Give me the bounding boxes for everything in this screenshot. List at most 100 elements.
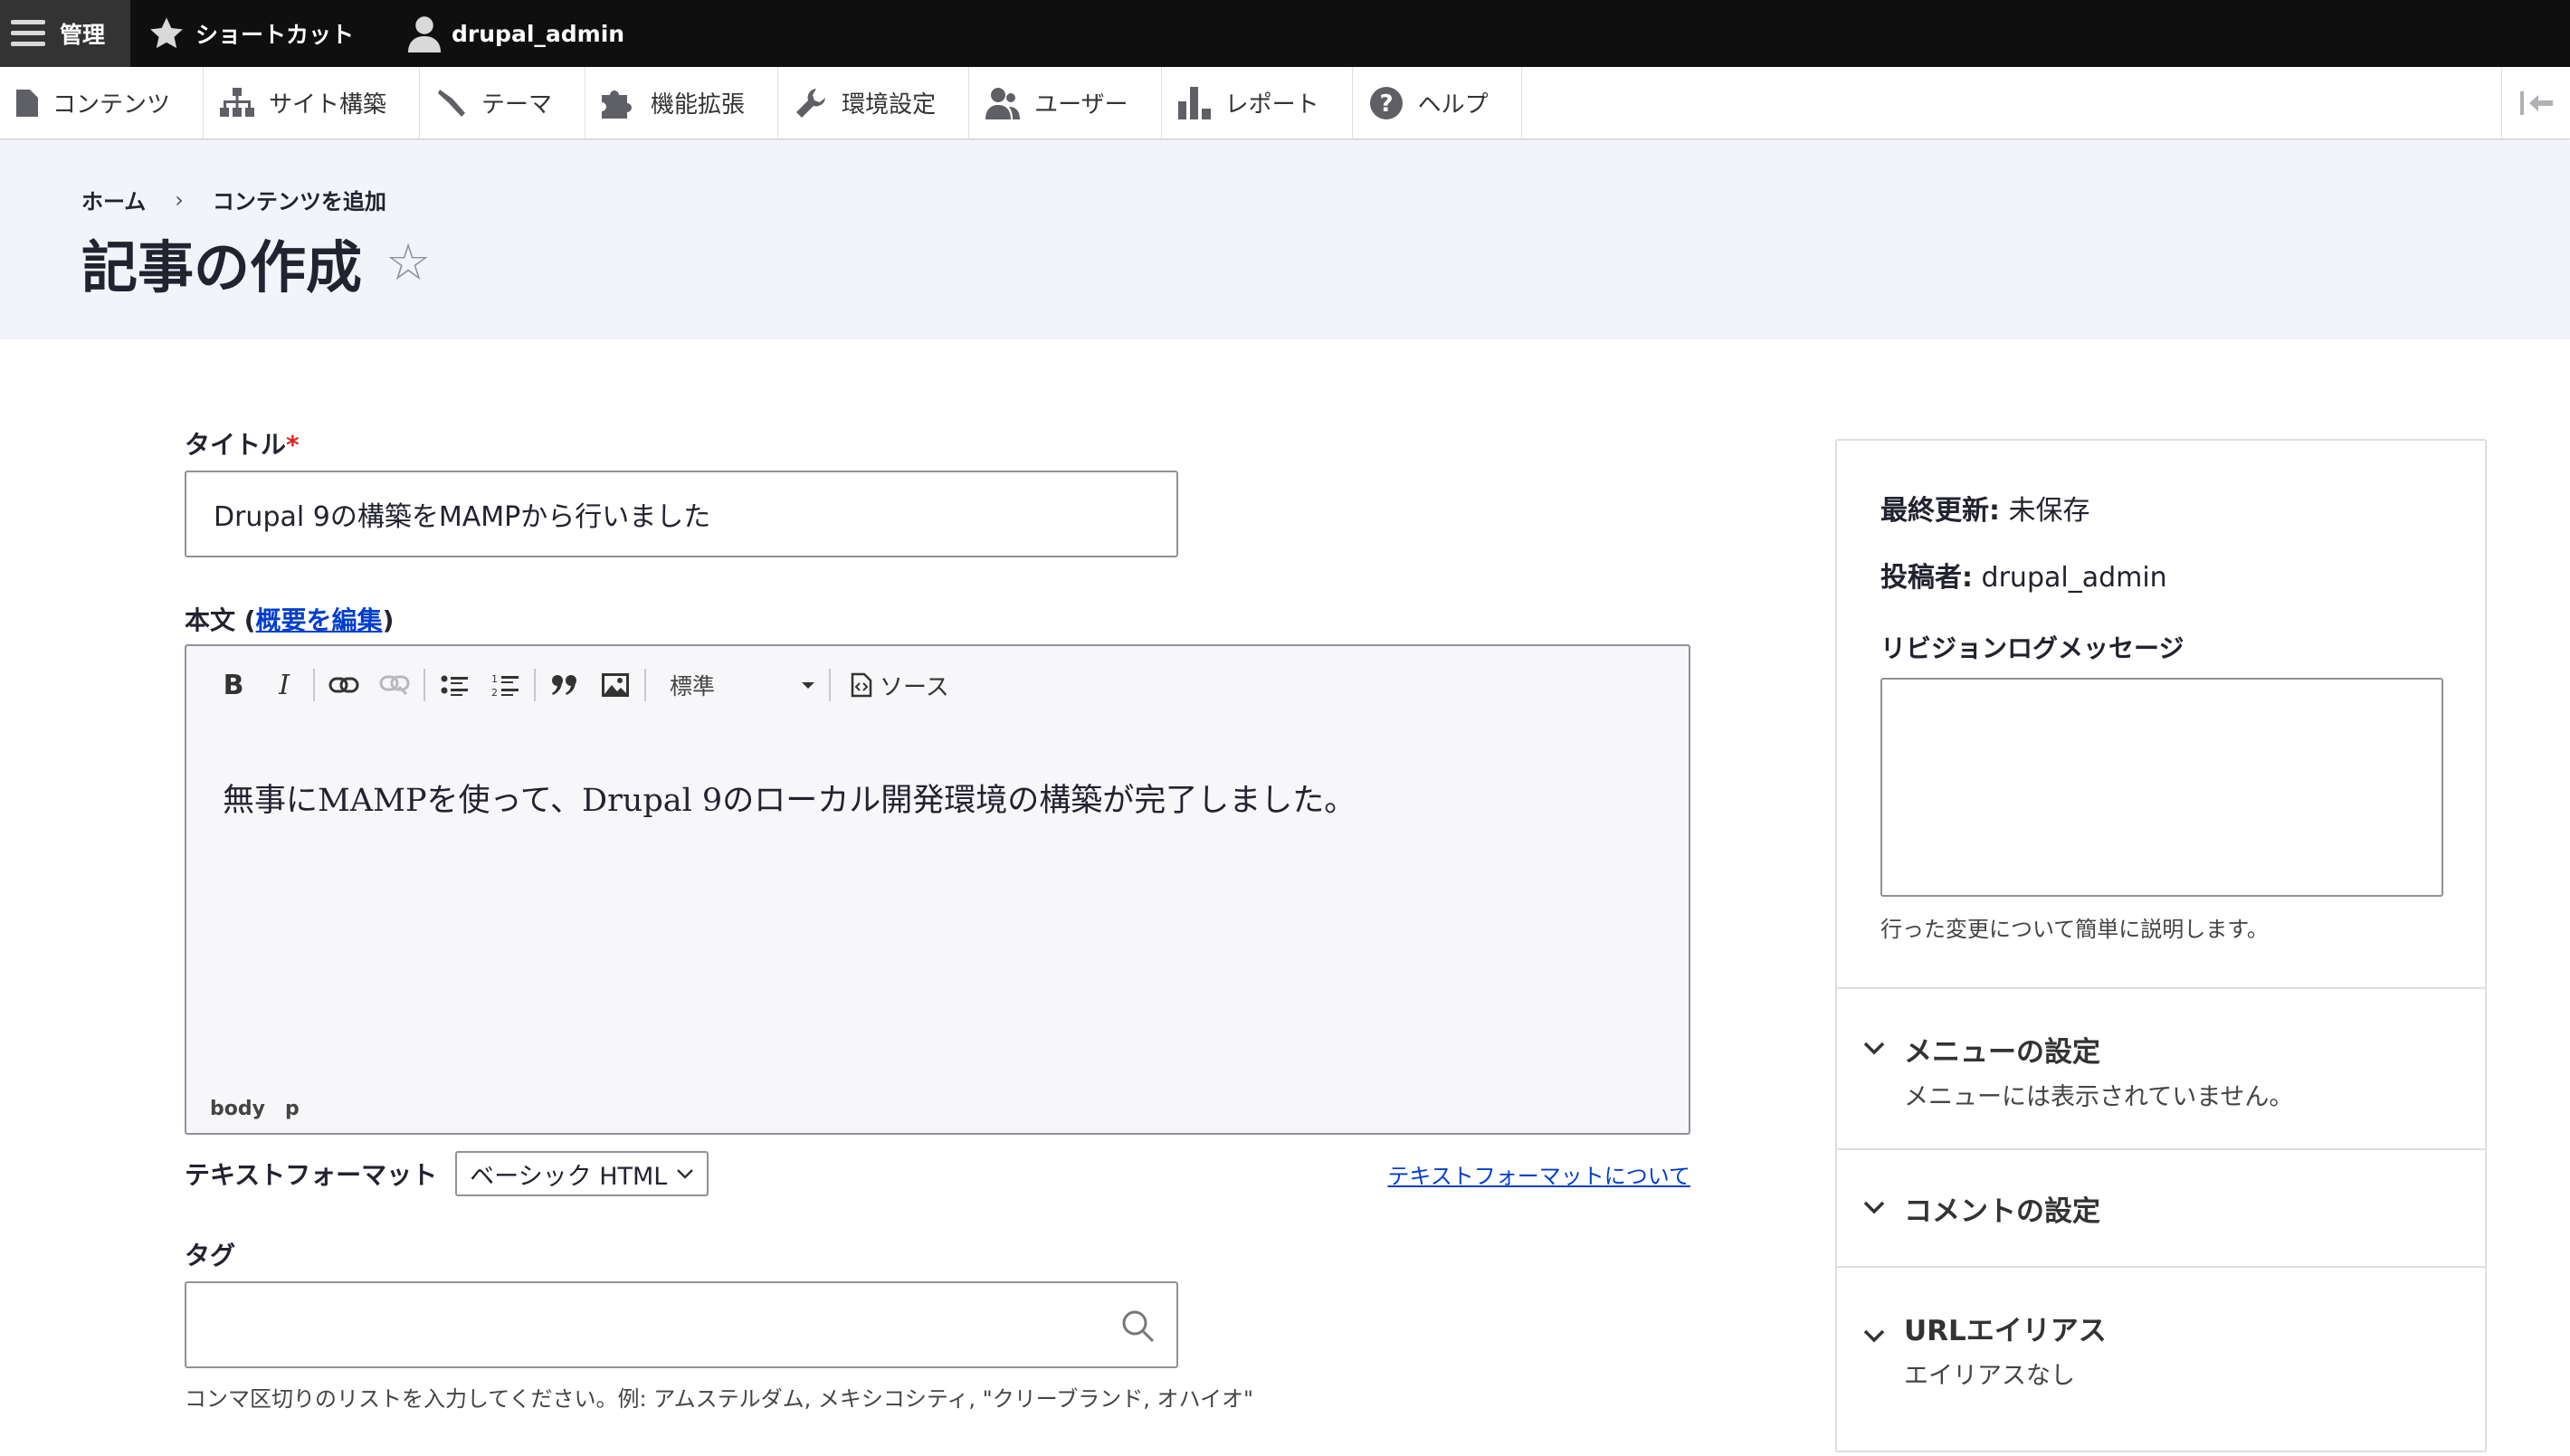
- blockquote-button[interactable]: [539, 660, 590, 710]
- numbered-list-icon: 1 2: [491, 673, 519, 698]
- meta-info: 最終更新: 未保存 投稿者: drupal_admin リビジョンログメッセージ…: [1837, 441, 2485, 943]
- tray-item-help[interactable]: ? ヘルプ: [1353, 67, 1522, 138]
- tray-item-label: コンテンツ: [52, 91, 171, 119]
- accordion-url-alias[interactable]: URLエイリアス エイリアスなし: [1837, 1266, 2485, 1456]
- breadcrumb: ホーム › コンテンツを追加: [81, 184, 386, 215]
- collapse-left-icon: [2519, 90, 2553, 115]
- text-format-label: テキストフォーマット: [185, 1160, 438, 1190]
- text-format-help-link[interactable]: テキストフォーマットについて: [1387, 1158, 1690, 1190]
- tray-item-label: レポート: [1224, 91, 1319, 119]
- tray-item-label: ユーザー: [1034, 91, 1128, 119]
- favorite-star-icon[interactable]: ☆: [386, 233, 431, 292]
- title-input[interactable]: Drupal 9の構築をMAMPから行いました: [185, 471, 1178, 557]
- numbered-list-button[interactable]: 1 2: [480, 660, 530, 710]
- tray-item-people[interactable]: ユーザー: [969, 67, 1162, 138]
- link-icon: [328, 677, 359, 693]
- caret-down-icon: [802, 682, 814, 689]
- sitemap-icon: [220, 87, 255, 117]
- source-icon: [851, 672, 872, 698]
- accordion-text: コメントの設定: [1904, 1188, 2100, 1229]
- italic-button[interactable]: I: [259, 660, 309, 710]
- bar-chart-icon: [1177, 86, 1211, 119]
- bold-button[interactable]: B: [208, 660, 259, 710]
- required-mark: *: [286, 430, 300, 460]
- accordion-header[interactable]: URLエイリアス エイリアスなし: [1837, 1268, 2485, 1391]
- tags-input[interactable]: [185, 1281, 1178, 1368]
- body-editor: B I 1 2 標準 ソース 無事にMAMPを使って、Drupal 9のローカル…: [185, 644, 1690, 1135]
- heading-dropdown[interactable]: 標準: [650, 669, 825, 701]
- manage-label: 管理: [60, 22, 106, 48]
- accordion-title: コメントの設定: [1904, 1195, 2100, 1228]
- page-title: 記事の作成: [81, 234, 363, 300]
- revision-log-textarea[interactable]: [1880, 678, 2443, 897]
- edit-summary-link[interactable]: 概要を編集: [256, 605, 383, 635]
- author-value: drupal_admin: [1981, 562, 2167, 594]
- wrench-icon: [796, 88, 826, 118]
- star-icon: [150, 17, 183, 49]
- tray-item-appearance[interactable]: テーマ: [420, 67, 586, 138]
- heading-dropdown-value: 標準: [670, 673, 716, 699]
- breadcrumb-add-content[interactable]: コンテンツを追加: [213, 184, 386, 215]
- tags-description: コンマ区切りのリストを入力してください。例: アムステルダム, メキシコシティ,…: [185, 1386, 1254, 1412]
- tray-item-label: サイト構築: [269, 91, 387, 119]
- tray-item-content[interactable]: コンテンツ: [0, 67, 205, 138]
- image-button[interactable]: [590, 660, 641, 710]
- puzzle-icon: [602, 90, 633, 119]
- accordion-text: メニューの設定 メニューには表示されていません。: [1904, 1029, 2293, 1112]
- user-label: drupal_admin: [452, 20, 625, 47]
- svg-text:?: ?: [1379, 90, 1393, 118]
- accordion-header[interactable]: メニューの設定 メニューには表示されていません。: [1837, 989, 2485, 1112]
- last-saved-label: 最終更新:: [1880, 495, 2000, 527]
- accordion-text: URLエイリアス エイリアスなし: [1904, 1308, 2107, 1391]
- user-menu-button[interactable]: drupal_admin: [379, 0, 650, 67]
- tray-item-label: 機能拡張: [651, 91, 746, 119]
- body-label-suffix: ): [382, 605, 395, 635]
- unlink-button[interactable]: [369, 660, 420, 710]
- bulleted-list-button[interactable]: [429, 660, 480, 710]
- tray-item-structure[interactable]: サイト構築: [204, 67, 421, 138]
- manage-button[interactable]: 管理: [0, 0, 131, 67]
- author: 投稿者: drupal_admin: [1880, 555, 2442, 595]
- path-p[interactable]: p: [285, 1098, 300, 1120]
- text-format-row: テキストフォーマット ベーシック HTML テキストフォーマットについて: [185, 1151, 1690, 1196]
- tray-item-reports[interactable]: レポート: [1162, 67, 1353, 138]
- shortcuts-button[interactable]: ショートカット: [130, 0, 379, 67]
- tags-label: タグ: [185, 1241, 236, 1270]
- tray-item-label: ヘルプ: [1417, 91, 1489, 119]
- revision-log-description: 行った変更について簡単に説明します。: [1880, 917, 2269, 942]
- body-label: 本文 (概要を編集): [185, 601, 1690, 637]
- shortcuts-label: ショートカット: [195, 22, 355, 48]
- svg-text:2: 2: [491, 687, 498, 698]
- svg-text:1: 1: [491, 673, 498, 685]
- tray-item-configuration[interactable]: 環境設定: [778, 67, 970, 138]
- chevron-down-icon: [677, 1169, 694, 1179]
- chevron-down-icon: [1863, 1201, 1885, 1214]
- toolbar-separator: [313, 669, 315, 701]
- editor-content[interactable]: 無事にMAMPを使って、Drupal 9のローカル開発環境の構築が完了しました。: [186, 724, 1689, 821]
- accordion-comment-settings[interactable]: コメントの設定: [1837, 1148, 2485, 1266]
- node-form: タイトル* Drupal 9の構築をMAMPから行いました 本文 (概要を編集)…: [185, 425, 1690, 1413]
- people-icon: [985, 87, 1021, 119]
- path-body[interactable]: body: [210, 1098, 265, 1120]
- accordion-summary: メニューには表示されていません。: [1904, 1083, 2294, 1111]
- toolbar-separator: [644, 669, 646, 701]
- link-button[interactable]: [319, 660, 369, 710]
- author-label: 投稿者:: [1880, 562, 1973, 594]
- toolbar-separator: [829, 669, 831, 701]
- chevron-down-icon: [1863, 1329, 1885, 1343]
- file-icon: [16, 89, 38, 117]
- page-title-row: 記事の作成 ☆: [81, 222, 431, 303]
- tray-orientation-toggle[interactable]: [2501, 67, 2570, 138]
- tray-item-label: 環境設定: [842, 91, 937, 119]
- blockquote-icon: [552, 675, 576, 695]
- accordion-header[interactable]: コメントの設定: [1837, 1150, 2485, 1229]
- accordion-menu-settings[interactable]: メニューの設定 メニューには表示されていません。: [1837, 987, 2485, 1148]
- editor-element-path: body p: [210, 1098, 300, 1120]
- source-button[interactable]: ソース: [834, 669, 949, 702]
- editor-toolbar: B I 1 2 標準 ソース: [186, 646, 1689, 724]
- toolbar-separator: [424, 669, 425, 701]
- breadcrumb-home[interactable]: ホーム: [81, 184, 146, 215]
- page-header: ホーム › コンテンツを追加 記事の作成 ☆: [0, 140, 2570, 339]
- text-format-select[interactable]: ベーシック HTML: [455, 1151, 709, 1196]
- tray-item-extend[interactable]: 機能拡張: [585, 67, 779, 138]
